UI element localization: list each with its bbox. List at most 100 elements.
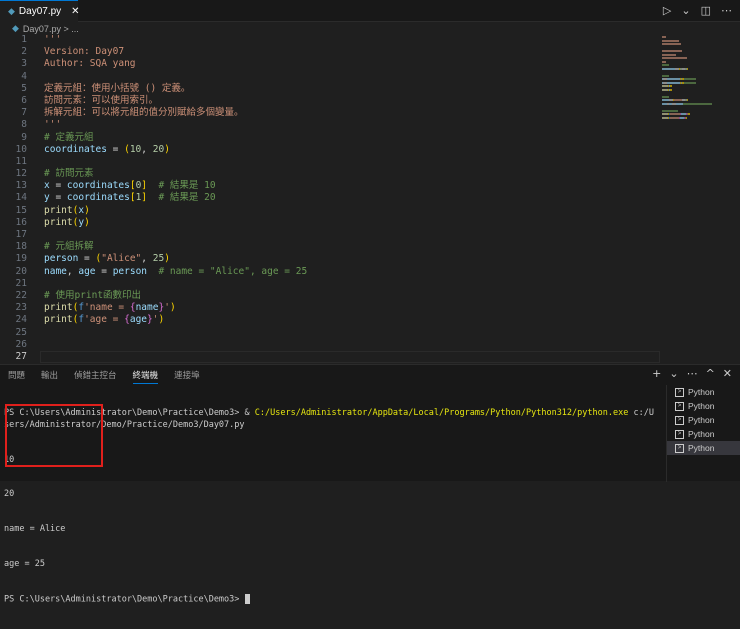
code-token: )	[158, 314, 165, 326]
minimap-token	[666, 81, 680, 84]
panel-tab[interactable]: 偵錯主控台	[74, 369, 117, 384]
code-line[interactable]: 2 Version: Day07	[0, 46, 660, 58]
terminal-instance[interactable]: > Python	[667, 441, 740, 455]
code-line[interactable]: 9 # 定義元組	[0, 132, 660, 144]
minimap-token	[683, 81, 696, 84]
code-line[interactable]: 24 print(f'age = {age}')	[0, 314, 660, 326]
code-line[interactable]: 16 print(y)	[0, 217, 660, 229]
code-text: y = coordinates[1] # 結果是 20	[44, 192, 216, 204]
minimap-token	[670, 88, 672, 91]
code-token: # 使用print函數印出	[44, 289, 142, 301]
breadcrumb-separator: >	[63, 23, 69, 34]
code-text: name, age = person # name = "Alice", age…	[44, 266, 307, 278]
code-line[interactable]: 4	[0, 71, 660, 83]
code-line[interactable]: 18 # 元組拆解	[0, 241, 660, 253]
minimap-token	[670, 113, 680, 115]
chevron-down-icon[interactable]: ⌄	[669, 367, 678, 380]
panel-tab[interactable]: 終端機	[132, 369, 159, 384]
code-line[interactable]: 20 name, age = person # name = "Alice", a…	[0, 266, 660, 278]
code-line[interactable]: 23 print(f'name = {name}')	[0, 302, 660, 314]
code-text: print(f'age = {age}')	[44, 314, 164, 326]
code-token: coordinates	[66, 180, 130, 192]
terminal-name: Python	[688, 443, 715, 453]
line-number: 25	[15, 326, 27, 338]
breadcrumb-file[interactable]: Day07.py	[23, 24, 61, 34]
code-text: print(f'name = {name}')	[44, 302, 176, 314]
code-line[interactable]: 19 person = ("Alice", 25)	[0, 253, 660, 265]
line-number: 13	[15, 180, 27, 192]
code-line[interactable]: 13 x = coordinates[0] # 結果是 10	[0, 180, 660, 192]
code-line[interactable]: 17	[0, 229, 660, 241]
code-line[interactable]: 14 y = coordinates[1] # 結果是 20	[0, 192, 660, 204]
line-number: 12	[15, 168, 27, 180]
code-token: # name = "Alice", age = 25	[147, 265, 308, 277]
line-number: 6	[21, 94, 27, 106]
code-token: name	[44, 265, 67, 277]
minimap-token	[673, 99, 683, 101]
code-token: )	[84, 216, 90, 228]
close-icon[interactable]: ✕	[71, 6, 79, 17]
run-icon[interactable]: ▷	[663, 4, 671, 17]
code-line[interactable]: 7 拆解元組：可以將元組的值分別賦給多個變量。	[0, 107, 660, 119]
code-text: coordinates = (10, 20)	[44, 144, 170, 156]
code-text: 訪問元素：可以使用索引。	[44, 95, 158, 107]
minimap-token	[662, 57, 688, 59]
code-line[interactable]: 6 訪問元素：可以使用索引。	[0, 95, 660, 107]
code-token: # 訪問元素	[44, 168, 94, 180]
terminal-name: Python	[688, 387, 715, 397]
code-token: =	[49, 180, 67, 192]
line-number: 2	[21, 46, 27, 58]
terminal-prompt: PS C:\Users\Administrator\Demo\Practice\…	[4, 593, 658, 606]
minimap[interactable]	[662, 36, 712, 186]
chevron-down-icon[interactable]: ⌄	[681, 4, 690, 17]
minimap-line	[662, 127, 712, 131]
panel-tab[interactable]: 問題	[8, 369, 25, 384]
python-file-icon: ◆	[8, 6, 15, 16]
code-token: Author: SQA yang	[44, 58, 136, 70]
close-panel-icon[interactable]: ✕	[723, 367, 732, 380]
code-line[interactable]: 21	[0, 278, 660, 290]
code-line[interactable]: 5 定義元組：使用小括號 () 定義。	[0, 83, 660, 95]
minimap-token	[662, 109, 678, 112]
code-line[interactable]: 12 # 訪問元素	[0, 168, 660, 180]
code-token: person	[112, 265, 148, 277]
code-line[interactable]: 15 print(x)	[0, 205, 660, 217]
output-line: 20	[4, 489, 15, 500]
more-icon[interactable]: ⋯	[721, 4, 732, 17]
code-line[interactable]: 26	[0, 339, 660, 351]
panel-tab[interactable]: 輸出	[41, 369, 58, 384]
code-editor[interactable]: 1 ''' 2 Version: Day07 3 Author: SQA yang 4 5 定義…	[0, 34, 660, 364]
panel-tab[interactable]: 連接埠	[174, 369, 200, 384]
terminal-instance[interactable]: > Python	[667, 413, 740, 427]
code-token: # 元組拆解	[44, 241, 94, 253]
code-text: Author: SQA yang	[44, 58, 136, 70]
code-token: ,	[141, 143, 153, 155]
code-line[interactable]: 10 coordinates = (10, 20)	[0, 144, 660, 156]
terminal-instance[interactable]: > Python	[667, 399, 740, 413]
maximize-panel-icon[interactable]: ^	[706, 367, 715, 380]
more-icon[interactable]: ⋯	[687, 367, 698, 380]
split-editor-icon[interactable]: ◫	[701, 4, 711, 17]
code-line[interactable]: 27	[0, 350, 660, 364]
code-line[interactable]: 22 # 使用print函數印出	[0, 290, 660, 302]
code-line[interactable]: 3 Author: SQA yang	[0, 58, 660, 70]
highlight-box	[5, 404, 103, 467]
terminal-icon: >	[675, 415, 684, 425]
add-terminal-icon[interactable]: +	[652, 367, 661, 380]
tab-day07[interactable]: ◆ Day07.py ✕	[0, 0, 80, 22]
code-token: 拆解元組：可以將元組的值分別賦給多個變量。	[44, 107, 244, 119]
minimap-token	[662, 74, 670, 77]
terminal-icon: >	[675, 401, 684, 411]
terminal-instance[interactable]: > Python	[667, 385, 740, 399]
code-line[interactable]: 25	[0, 327, 660, 339]
code-line[interactable]: 1 '''	[0, 34, 660, 46]
code-token: =	[49, 192, 67, 204]
terminal-instance[interactable]: > Python	[667, 427, 740, 441]
code-token: 20	[152, 143, 165, 155]
code-token: # 結果是 10	[147, 180, 216, 192]
line-number: 3	[21, 58, 27, 70]
breadcrumb-more[interactable]: ...	[71, 24, 79, 34]
code-line[interactable]: 11	[0, 156, 660, 168]
terminal-name: Python	[688, 401, 715, 411]
code-line[interactable]: 8 '''	[0, 119, 660, 131]
